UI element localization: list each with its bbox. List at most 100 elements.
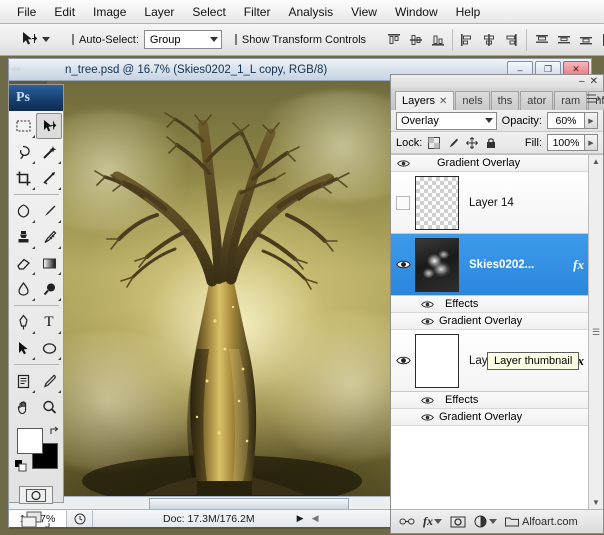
lock-image-pixels-icon[interactable]: [446, 136, 460, 150]
table-row[interactable]: Skies0202... fx: [391, 234, 590, 296]
align-right-edges-icon[interactable]: [501, 30, 521, 50]
auto-select-scope-dropdown[interactable]: Group: [144, 30, 222, 49]
effects-visibility-icon[interactable]: [415, 300, 439, 309]
panel-collapse-icon[interactable]: ◂◂: [10, 62, 19, 75]
menu-item-view[interactable]: View: [342, 2, 386, 22]
auto-select-checkbox[interactable]: [72, 34, 74, 45]
menu-item-help[interactable]: Help: [447, 2, 490, 22]
move-tool-icon[interactable]: [36, 113, 62, 139]
layer-list-scrollbar[interactable]: ▲ ☰ ▼: [588, 155, 603, 509]
new-adjustment-layer-icon[interactable]: [474, 515, 497, 528]
panel-menu-icon[interactable]: [586, 93, 600, 107]
layer-thumbnail[interactable]: [415, 334, 459, 388]
new-group-icon[interactable]: [505, 516, 519, 527]
opacity-value[interactable]: 60%: [547, 112, 585, 129]
fill-control[interactable]: 100% ▶: [547, 134, 598, 151]
notes-tool-icon[interactable]: [10, 368, 36, 394]
dodge-tool-icon[interactable]: [36, 276, 62, 302]
tab-layers[interactable]: Layers ✕: [395, 91, 454, 110]
tab-navigator[interactable]: ator: [520, 91, 553, 110]
clock-icon[interactable]: [67, 511, 93, 527]
layer-name[interactable]: Layer 14: [459, 197, 590, 209]
align-top-edges-icon[interactable]: [384, 30, 404, 50]
panel-close-button[interactable]: ✕: [590, 76, 598, 87]
eraser-tool-icon[interactable]: [10, 250, 36, 276]
menu-item-edit[interactable]: Edit: [45, 2, 84, 22]
menu-item-analysis[interactable]: Analysis: [279, 2, 342, 22]
show-transform-controls-checkbox[interactable]: [235, 34, 237, 45]
layer-effect-row[interactable]: Gradient Overlay: [391, 155, 590, 172]
effects-visibility-icon[interactable]: [415, 396, 439, 405]
play-arrow-icon[interactable]: ▶: [297, 513, 304, 524]
default-colors-icon[interactable]: [15, 460, 28, 473]
swap-colors-icon[interactable]: [49, 426, 61, 441]
blur-tool-icon[interactable]: [10, 276, 36, 302]
screen-mode-icon[interactable]: [19, 510, 53, 532]
fill-value[interactable]: 100%: [547, 134, 585, 151]
align-horizontal-centers-icon[interactable]: [479, 30, 499, 50]
lock-transparent-pixels-icon[interactable]: [427, 136, 441, 150]
menu-item-layer[interactable]: Layer: [135, 2, 183, 22]
fill-slider-chevron-icon[interactable]: ▶: [585, 134, 598, 151]
align-left-edges-icon[interactable]: [457, 30, 477, 50]
current-tool-well[interactable]: [17, 29, 54, 51]
panel-minimize-button[interactable]: –: [579, 76, 585, 87]
eye-off-icon[interactable]: [396, 196, 410, 210]
crop-tool-icon[interactable]: [10, 165, 36, 191]
add-layer-mask-icon[interactable]: [450, 516, 466, 528]
lasso-tool-icon[interactable]: [10, 139, 36, 165]
distribute-bottom-edges-icon[interactable]: [576, 30, 596, 50]
scroll-up-arrow-icon[interactable]: ▲: [592, 157, 600, 166]
tab-histogram[interactable]: ram: [554, 91, 587, 110]
layer-name[interactable]: Skies0202...: [459, 259, 573, 271]
distribute-left-edges-icon[interactable]: [598, 30, 604, 50]
menu-item-window[interactable]: Window: [386, 2, 447, 22]
slice-tool-icon[interactable]: [36, 165, 62, 191]
scroll-down-arrow-icon[interactable]: ▼: [592, 498, 600, 507]
layer-visibility-toggle[interactable]: [391, 196, 415, 210]
align-vertical-centers-icon[interactable]: [406, 30, 426, 50]
link-layers-icon[interactable]: [399, 516, 415, 527]
layer-effect-row[interactable]: Gradient Overlay: [391, 409, 590, 426]
opacity-control[interactable]: 60% ▶: [547, 112, 598, 129]
layer-effects-group-row[interactable]: Effects: [391, 392, 590, 409]
layer-effects-group-row[interactable]: Effects: [391, 296, 590, 313]
healing-brush-tool-icon[interactable]: [10, 198, 36, 224]
artboard[interactable]: ALFOART.COM: [47, 81, 393, 505]
layer-effect-row[interactable]: Gradient Overlay: [391, 313, 590, 330]
layer-thumbnail[interactable]: [415, 176, 459, 230]
tool-preset-chevron-icon[interactable]: [42, 37, 50, 42]
eyedropper-tool-icon[interactable]: [36, 368, 62, 394]
path-selection-tool-icon[interactable]: [10, 335, 36, 361]
lock-position-icon[interactable]: [465, 136, 479, 150]
menu-item-image[interactable]: Image: [84, 2, 135, 22]
distribute-vertical-centers-icon[interactable]: [554, 30, 574, 50]
blend-mode-dropdown[interactable]: Overlay: [396, 112, 497, 130]
menu-item-select[interactable]: Select: [183, 2, 234, 22]
layer-visibility-toggle[interactable]: [391, 355, 415, 366]
pen-tool-icon[interactable]: [10, 309, 36, 335]
add-layer-style-button[interactable]: fx: [423, 514, 442, 529]
history-brush-tool-icon[interactable]: [36, 224, 62, 250]
brush-tool-icon[interactable]: [36, 198, 62, 224]
scroll-thumb-grip-icon[interactable]: ☰: [592, 327, 600, 338]
align-bottom-edges-icon[interactable]: [428, 30, 448, 50]
effect-visibility-icon[interactable]: [415, 413, 439, 422]
menu-item-filter[interactable]: Filter: [235, 2, 280, 22]
effect-visibility-icon[interactable]: [415, 317, 439, 326]
effect-visibility-icon[interactable]: [391, 159, 415, 168]
opacity-slider-chevron-icon[interactable]: ▶: [585, 112, 598, 129]
menu-item-file[interactable]: File: [8, 2, 45, 22]
type-tool-icon[interactable]: T: [36, 309, 62, 335]
tab-paths[interactable]: ths: [491, 91, 520, 110]
lock-all-icon[interactable]: [484, 136, 498, 150]
tab-channels[interactable]: nels: [455, 91, 489, 110]
layer-visibility-toggle[interactable]: [391, 259, 415, 270]
hand-tool-icon[interactable]: [10, 394, 36, 420]
magic-wand-tool-icon[interactable]: [36, 139, 62, 165]
layer-thumbnail[interactable]: [415, 238, 459, 292]
quick-mask-icon[interactable]: [19, 486, 53, 504]
gradient-tool-icon[interactable]: [36, 250, 62, 276]
distribute-top-edges-icon[interactable]: [532, 30, 552, 50]
rectangular-marquee-tool-icon[interactable]: [10, 113, 36, 139]
